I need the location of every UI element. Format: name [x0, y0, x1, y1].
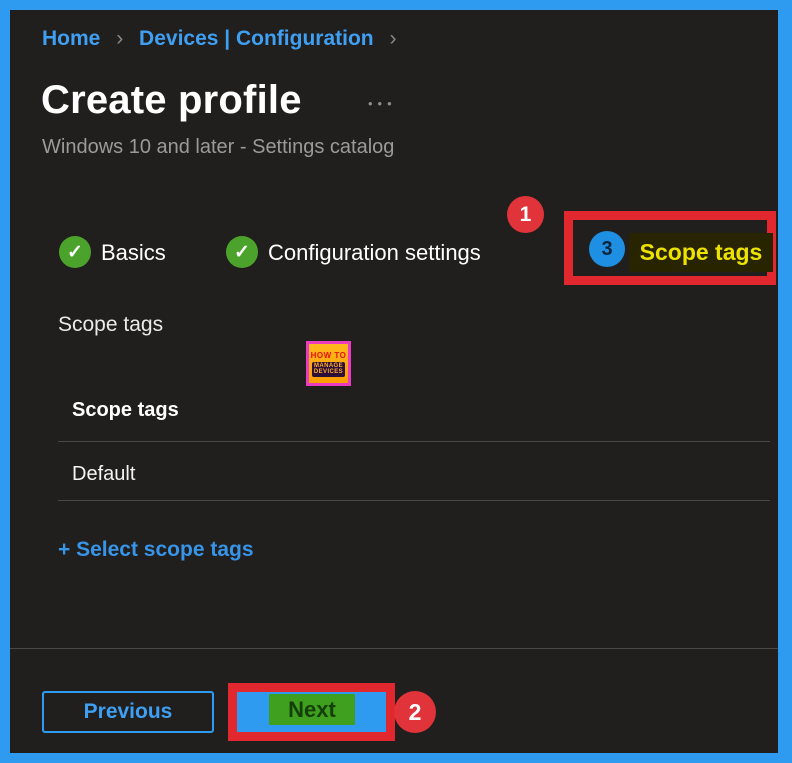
- breadcrumb-separator-icon: ›: [116, 27, 124, 50]
- watermark-badge: MANAGE DEVICES: [311, 361, 346, 377]
- table-header-divider: [58, 441, 770, 442]
- watermark-text: DEVICES: [313, 369, 344, 375]
- check-icon: ✓: [59, 236, 91, 268]
- tab-scope-tags[interactable]: Scope tags: [629, 233, 773, 272]
- previous-button[interactable]: Previous: [42, 691, 214, 733]
- page-title: Create profile: [41, 78, 302, 122]
- breadcrumb-devices-configuration-link[interactable]: Devices | Configuration: [139, 27, 374, 50]
- tab-basics[interactable]: Basics: [101, 240, 166, 266]
- table-column-header-scope-tags: Scope tags: [72, 399, 179, 421]
- section-heading-scope-tags: Scope tags: [58, 313, 164, 336]
- annotation-callout-2: 2: [394, 691, 436, 733]
- table-row-default: Default: [72, 463, 136, 485]
- footer-divider: [10, 648, 778, 649]
- next-button[interactable]: Next: [237, 692, 386, 732]
- breadcrumb-home-link[interactable]: Home: [42, 27, 100, 50]
- check-icon: ✓: [226, 236, 258, 268]
- select-scope-tags-link[interactable]: + Select scope tags: [58, 538, 254, 562]
- htmd-watermark-logo: HOW TO MANAGE DEVICES: [306, 341, 351, 386]
- watermark-text: HOW TO: [310, 350, 347, 360]
- table-row-divider: [58, 500, 770, 501]
- breadcrumb: Home › Devices | Configuration ›: [42, 27, 406, 51]
- annotation-callout-1: 1: [507, 196, 544, 233]
- page-subtitle: Windows 10 and later - Settings catalog: [42, 136, 395, 158]
- next-button-label: Next: [288, 696, 336, 722]
- tab-configuration-settings[interactable]: Configuration settings: [268, 240, 481, 266]
- breadcrumb-separator-icon: ›: [389, 27, 397, 50]
- step-number-badge: 3: [589, 231, 625, 267]
- annotation-green-highlight: Next: [269, 694, 355, 725]
- more-options-icon[interactable]: •••: [368, 96, 397, 111]
- create-profile-panel: Home › Devices | Configuration › Create …: [10, 10, 778, 753]
- annotation-highlight-box: Next: [228, 683, 395, 741]
